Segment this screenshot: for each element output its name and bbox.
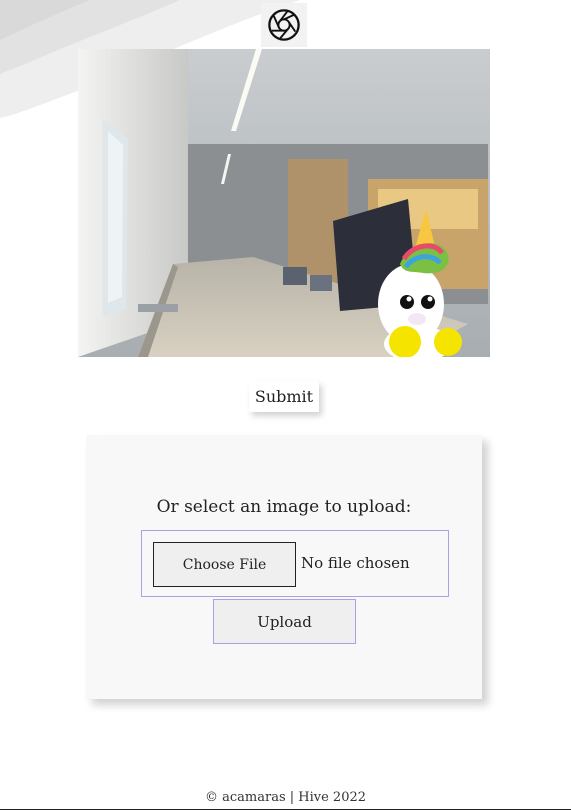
upload-prompt: Or select an image to upload: — [156, 497, 412, 517]
submit-button[interactable]: Submit — [249, 381, 319, 412]
choose-file-button[interactable]: Choose File — [153, 542, 296, 587]
file-status-text: No file chosen — [301, 554, 410, 572]
camera-shutter-icon — [268, 9, 300, 41]
upload-button[interactable]: Upload — [213, 599, 356, 644]
upload-panel: Or select an image to upload: Choose Fil… — [86, 435, 482, 699]
footer-text: © acamaras | Hive 2022 — [204, 790, 367, 805]
capture-photo-button[interactable] — [261, 3, 307, 47]
camera-preview — [78, 49, 490, 357]
file-input[interactable]: Choose File No file chosen — [141, 530, 449, 597]
